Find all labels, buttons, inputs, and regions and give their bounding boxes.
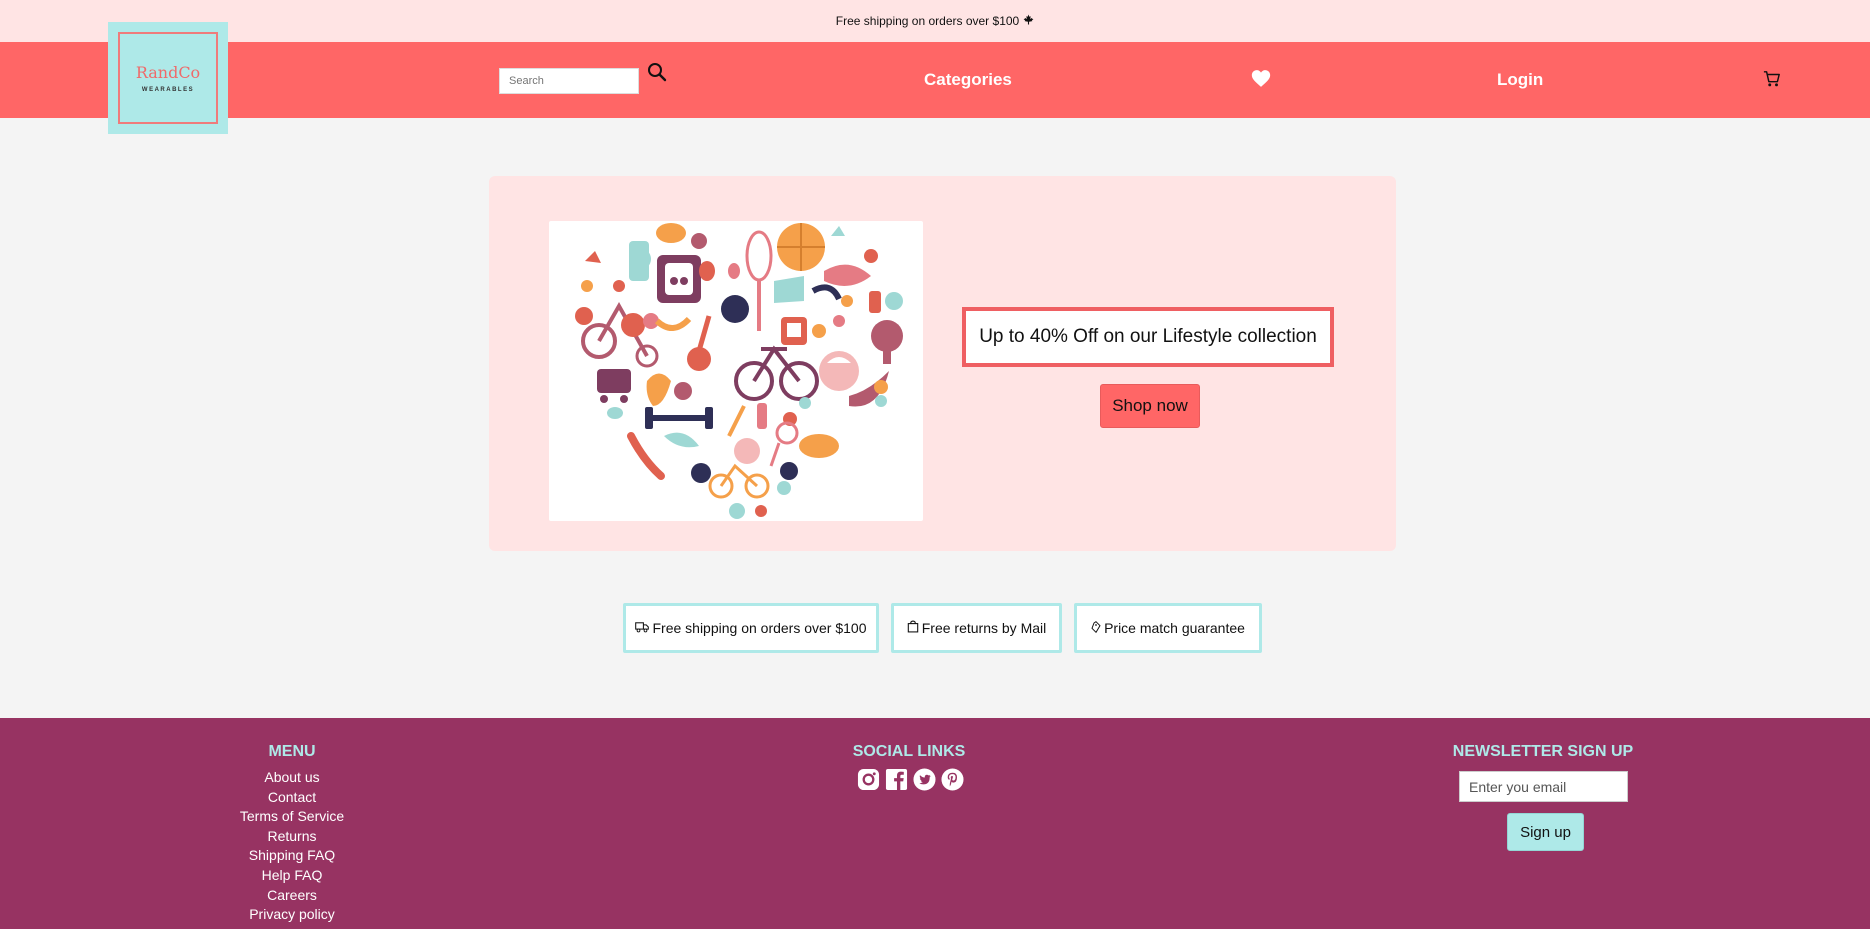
twitter-icon[interactable]: [913, 768, 936, 796]
hero-banner: Up to 40% Off on our Lifestyle collectio…: [489, 176, 1396, 551]
tag-icon: [1091, 620, 1104, 636]
cart-icon[interactable]: [1763, 70, 1781, 88]
feature-price-match: Price match guarantee: [1074, 603, 1262, 653]
footer-menu: About us Contact Terms of Service Return…: [192, 768, 392, 925]
maple-leaf-icon: [1023, 14, 1034, 28]
footer-link-about[interactable]: About us: [192, 768, 392, 788]
social-links: [857, 768, 964, 796]
footer-link-returns[interactable]: Returns: [192, 827, 392, 847]
nav-login[interactable]: Login: [1497, 70, 1543, 90]
truck-icon: [635, 620, 652, 636]
fitness-heart-illustration: [549, 221, 923, 521]
announcement-bar: Free shipping on orders over $100: [0, 0, 1870, 42]
feature-label: Free shipping on orders over $100: [652, 620, 867, 636]
nav-categories[interactable]: Categories: [924, 70, 1012, 90]
logo-frame: RandCo WEARABLES: [118, 32, 218, 124]
shop-now-button[interactable]: Shop now: [1100, 384, 1200, 428]
footer-link-privacy[interactable]: Privacy policy: [192, 905, 392, 925]
logo-name: RandCo: [135, 63, 201, 82]
signup-button[interactable]: Sign up: [1507, 813, 1584, 851]
logo-subtitle: WEARABLES: [141, 87, 195, 93]
facebook-icon[interactable]: [885, 768, 908, 796]
menu-heading: MENU: [268, 743, 316, 760]
instagram-icon[interactable]: [857, 768, 880, 796]
heart-icon[interactable]: [1251, 69, 1271, 88]
feature-free-returns: Free returns by Mail: [891, 603, 1062, 653]
feature-label: Price match guarantee: [1104, 620, 1245, 636]
footer-link-shipping-faq[interactable]: Shipping FAQ: [192, 846, 392, 866]
search-icon[interactable]: [647, 62, 667, 82]
promo-text: Up to 40% Off on our Lifestyle collectio…: [979, 326, 1317, 347]
pinterest-icon[interactable]: [941, 768, 964, 796]
email-input[interactable]: [1459, 771, 1628, 802]
promo-text-box: Up to 40% Off on our Lifestyle collectio…: [962, 307, 1334, 367]
footer-link-terms[interactable]: Terms of Service: [192, 807, 392, 827]
bag-icon: [907, 620, 922, 636]
feature-label: Free returns by Mail: [921, 620, 1047, 636]
footer-link-careers[interactable]: Careers: [192, 886, 392, 906]
brand-logo[interactable]: RandCo WEARABLES: [108, 22, 228, 134]
announcement-text: Free shipping on orders over $100: [835, 14, 1020, 28]
search-input[interactable]: [499, 68, 639, 94]
newsletter-heading: NEWSLETTER SIGN UP: [1452, 743, 1634, 760]
social-heading: SOCIAL LINKS: [852, 743, 966, 760]
footer-link-contact[interactable]: Contact: [192, 788, 392, 808]
feature-free-shipping: Free shipping on orders over $100: [623, 603, 879, 653]
footer-link-help-faq[interactable]: Help FAQ: [192, 866, 392, 886]
